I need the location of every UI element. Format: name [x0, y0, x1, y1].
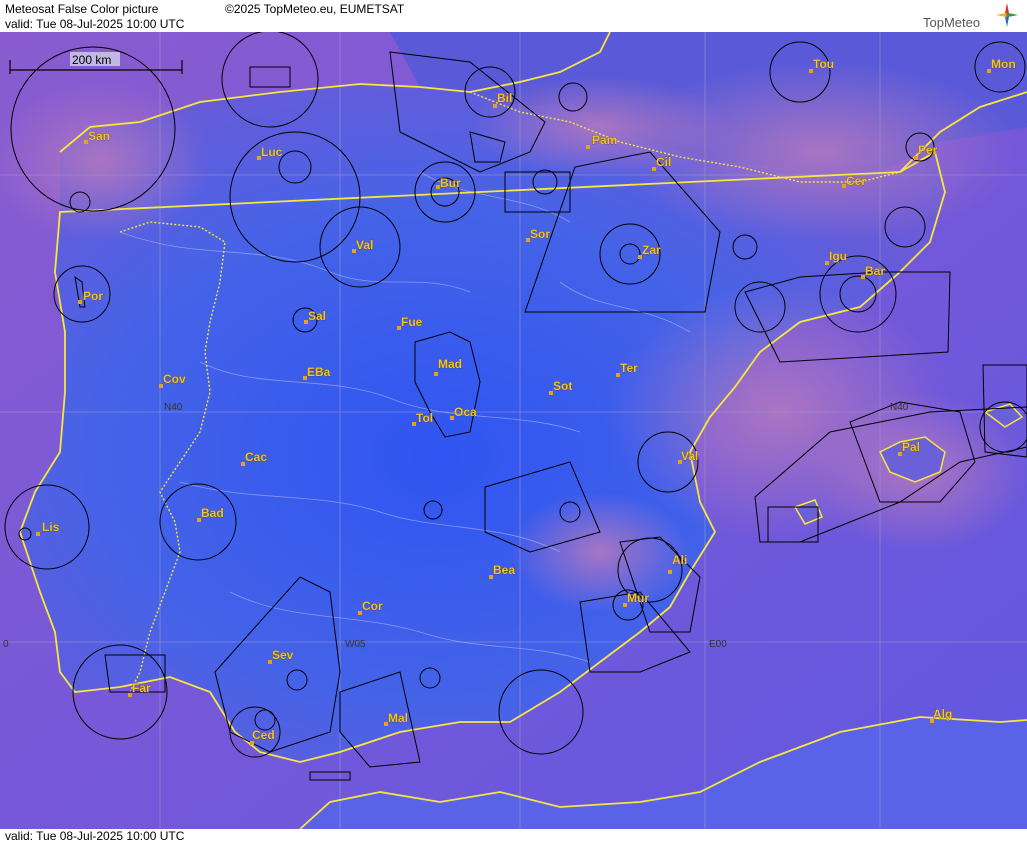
city-label-sor: Sor — [530, 227, 550, 241]
city-label-per: Per — [918, 143, 938, 157]
city-marker-cor[interactable]: Cor — [358, 599, 383, 615]
city-marker-far[interactable]: Far — [128, 681, 151, 697]
city-marker-fue[interactable]: Fue — [397, 315, 423, 330]
city-marker-val-north[interactable]: Val — [352, 238, 374, 253]
city-label-ced: Ced — [252, 728, 275, 742]
city-marker-sot[interactable]: Sot — [549, 379, 573, 395]
map-canvas: 200 km N40 N40 W05 E00 0 San Luc Bur Bil… — [0, 30, 1027, 830]
city-label-cor: Cor — [362, 599, 383, 613]
city-marker-tol[interactable]: Tol — [412, 411, 433, 426]
city-label-san: San — [88, 129, 110, 143]
city-label-bad: Bad — [201, 506, 224, 520]
valid-time: valid: Tue 08-Jul-2025 10:00 UTC — [5, 17, 185, 31]
city-marker-alg[interactable]: Alg — [930, 707, 953, 723]
city-label-mur: Mur — [627, 591, 649, 605]
city-label-igu: Igu — [829, 249, 847, 263]
city-label-fue: Fue — [401, 315, 423, 329]
logo-text: TopMeteo — [923, 15, 981, 30]
city-marker-eba[interactable]: EBa — [303, 365, 331, 380]
city-marker-luc[interactable]: Luc — [257, 145, 283, 160]
city-label-mon: Mon — [991, 57, 1016, 71]
city-marker-bad[interactable]: Bad — [197, 506, 224, 522]
grid-label-n40-east: N40 — [890, 402, 909, 413]
city-label-ter: Ter — [620, 361, 638, 375]
city-label-mad: Mad — [438, 357, 462, 371]
city-label-bur: Bur — [440, 176, 461, 190]
city-label-sal: Sal — [308, 309, 326, 323]
footer-bar: valid: Tue 08-Jul-2025 10:00 UTC — [0, 829, 1027, 843]
city-label-lis: Lis — [42, 520, 60, 534]
cloud-area-northwest — [0, 82, 210, 242]
city-marker-igu[interactable]: Igu — [825, 249, 847, 265]
city-label-tol: Tol — [416, 411, 433, 425]
city-label-pam: Pam — [592, 133, 617, 147]
city-label-far: Far — [132, 681, 151, 695]
city-label-oca: Oca — [454, 405, 477, 419]
city-label-sev: Sev — [272, 648, 294, 662]
header-bar: Meteosat False Color picture ©2025 TopMe… — [0, 0, 1027, 32]
grid-label-zero: 0 — [3, 639, 9, 650]
city-label-cil: Cil — [656, 155, 671, 169]
city-marker-mon[interactable]: Mon — [987, 57, 1016, 73]
city-marker-mur[interactable]: Mur — [623, 591, 650, 607]
compass-star-icon — [996, 3, 1018, 27]
city-marker-cer[interactable]: Cer — [842, 174, 867, 188]
city-marker-bur[interactable]: Bur — [436, 176, 461, 190]
city-marker-san[interactable]: San — [84, 129, 110, 144]
city-label-zar: Zar — [642, 243, 661, 257]
footer-valid-time: valid: Tue 08-Jul-2025 10:00 UTC — [5, 829, 185, 843]
city-label-bil: Bil — [497, 91, 512, 105]
city-marker-oca[interactable]: Oca — [450, 405, 477, 420]
city-marker-val-east[interactable]: Val — [678, 449, 699, 464]
city-marker-bea[interactable]: Bea — [489, 563, 516, 579]
city-label-cov: Cov — [163, 372, 186, 386]
city-marker-tou[interactable]: Tou — [809, 57, 834, 73]
city-label-pal: Pal — [902, 440, 920, 454]
city-marker-mal[interactable]: Mal — [384, 711, 408, 726]
topmeteo-logo[interactable]: TopMeteo — [923, 2, 1023, 30]
city-label-por: Por — [83, 289, 103, 303]
city-label-ali: Ali — [672, 553, 687, 567]
grid-label-w05: W05 — [345, 639, 366, 650]
city-label-luc: Luc — [261, 145, 283, 159]
city-label-eba: EBa — [307, 365, 331, 379]
city-marker-cov[interactable]: Cov — [159, 372, 186, 388]
grid-label-e00: E00 — [709, 639, 727, 650]
city-marker-sal[interactable]: Sal — [304, 309, 326, 324]
city-marker-sor[interactable]: Sor — [526, 227, 551, 242]
city-marker-ter[interactable]: Ter — [616, 361, 638, 377]
copyright-text: ©2025 TopMeteo.eu, EUMETSAT — [225, 2, 405, 16]
city-marker-pal[interactable]: Pal — [898, 440, 920, 456]
cloud-area-northeast — [620, 62, 1020, 242]
city-label-cac: Cac — [245, 450, 267, 464]
city-label-alg: Alg — [933, 707, 952, 721]
city-label-val-north: Val — [356, 238, 373, 252]
city-marker-cac[interactable]: Cac — [241, 450, 268, 466]
grid-label-n40-west: N40 — [164, 402, 183, 413]
city-label-tou: Tou — [813, 57, 834, 71]
city-marker-sev[interactable]: Sev — [268, 648, 294, 664]
city-label-cer: Cer — [846, 174, 866, 188]
product-title: Meteosat False Color picture — [5, 2, 159, 16]
city-label-bea: Bea — [493, 563, 515, 577]
city-label-mal: Mal — [388, 711, 408, 725]
scale-bar-label: 200 km — [72, 53, 111, 67]
satellite-map[interactable]: 200 km N40 N40 W05 E00 0 San Luc Bur Bil… — [0, 30, 1027, 830]
city-label-bar: Bar — [865, 264, 885, 278]
cloud-area-southeast — [510, 492, 690, 612]
city-label-sot: Sot — [553, 379, 572, 393]
city-marker-bar[interactable]: Bar — [861, 264, 886, 279]
city-label-val-east: Val — [681, 449, 698, 463]
city-marker-zar[interactable]: Zar — [638, 243, 661, 259]
